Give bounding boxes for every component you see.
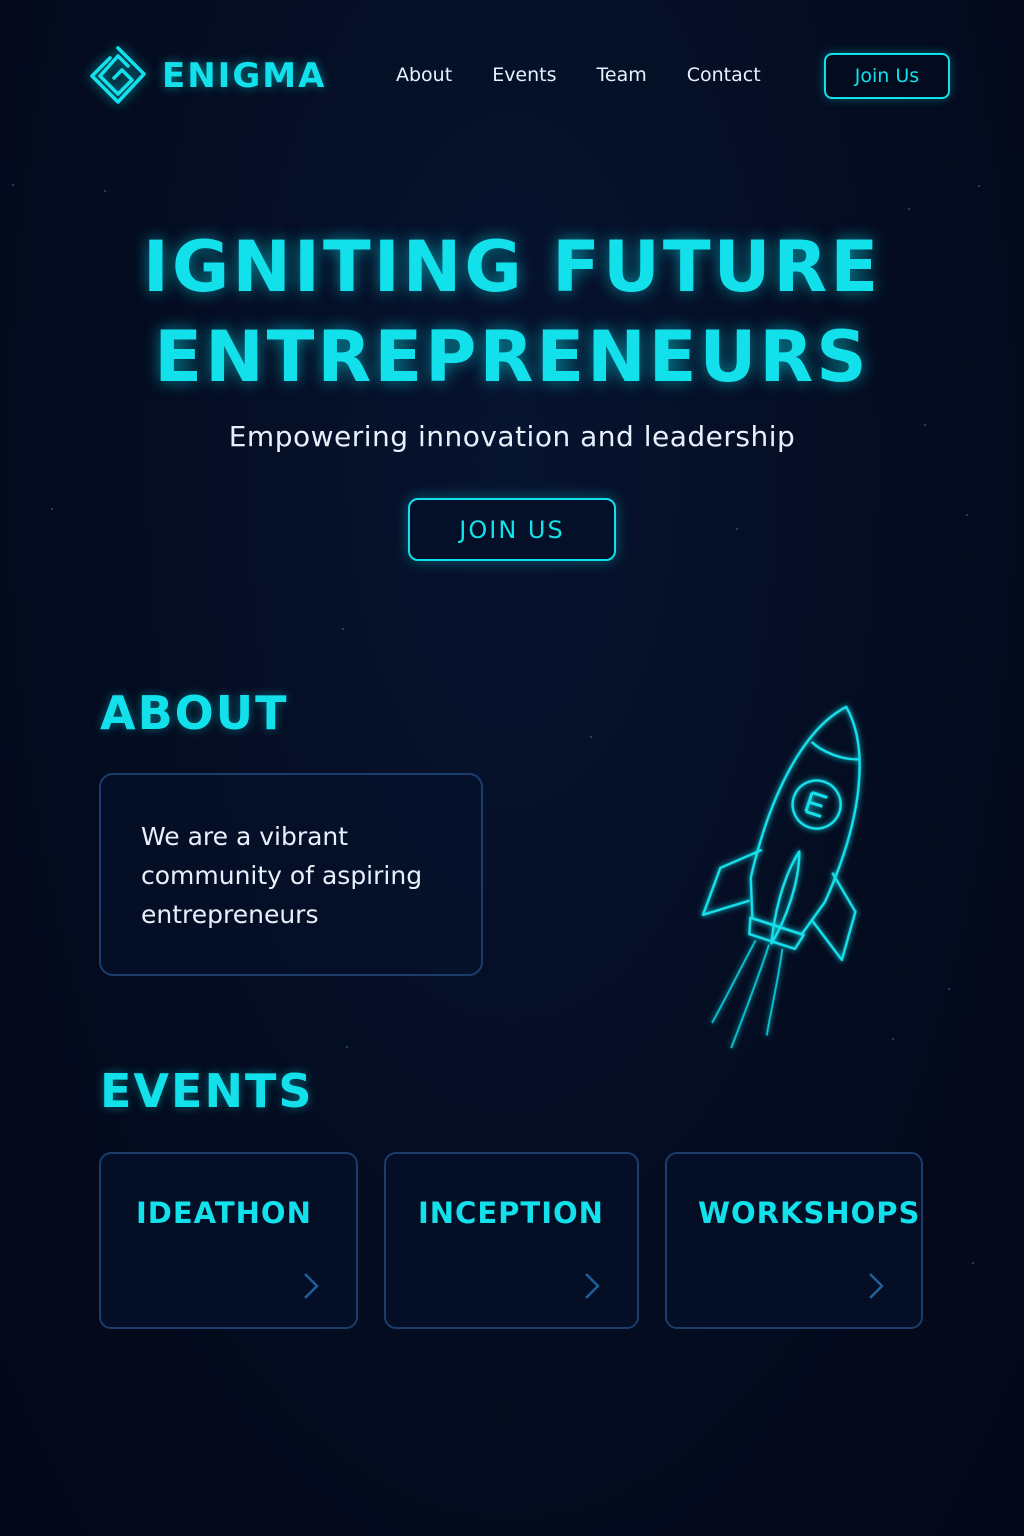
nav-join-button[interactable]: Join Us — [824, 53, 950, 99]
about-text: We are a vibrant community of aspiring e… — [141, 822, 423, 929]
event-card-label: IDEATHON — [136, 1196, 312, 1230]
event-card-workshops[interactable]: WORKSHOPS — [665, 1152, 923, 1329]
nav-link-events[interactable]: Events — [492, 64, 556, 86]
brand-logo[interactable]: ENIGMA — [88, 44, 326, 108]
about-card: We are a vibrant community of aspiring e… — [99, 773, 483, 976]
hero-title-line-1: IGNITING FUTURE — [142, 226, 882, 308]
events-heading: EVENTS — [100, 1064, 314, 1118]
nav-link-about[interactable]: About — [396, 64, 452, 86]
rocket-icon — [701, 705, 861, 1049]
event-card-label: WORKSHOPS — [698, 1196, 921, 1230]
event-card-ideathon[interactable]: IDEATHON — [99, 1152, 358, 1329]
hero-subtitle: Empowering innovation and leadership — [228, 420, 796, 453]
about-heading: ABOUT — [100, 686, 289, 740]
chevron-right-icon — [869, 1273, 884, 1299]
enigma-logo-icon — [90, 46, 146, 104]
brand-name: ENIGMA — [162, 56, 327, 96]
event-card-label: INCEPTION — [418, 1196, 604, 1230]
hero-title-line-2: ENTREPRENEURS — [154, 316, 870, 398]
chevron-right-icon — [304, 1273, 319, 1299]
hero-title: IGNITING FUTURE ENTREPRENEURS — [0, 222, 1024, 402]
hero-join-button[interactable]: JOIN US — [408, 498, 616, 561]
main-nav: About Events Team Contact — [396, 64, 801, 86]
nav-link-team[interactable]: Team — [597, 64, 647, 86]
event-card-inception[interactable]: INCEPTION — [384, 1152, 639, 1329]
nav-link-contact[interactable]: Contact — [687, 64, 761, 86]
chevron-right-icon — [585, 1273, 600, 1299]
